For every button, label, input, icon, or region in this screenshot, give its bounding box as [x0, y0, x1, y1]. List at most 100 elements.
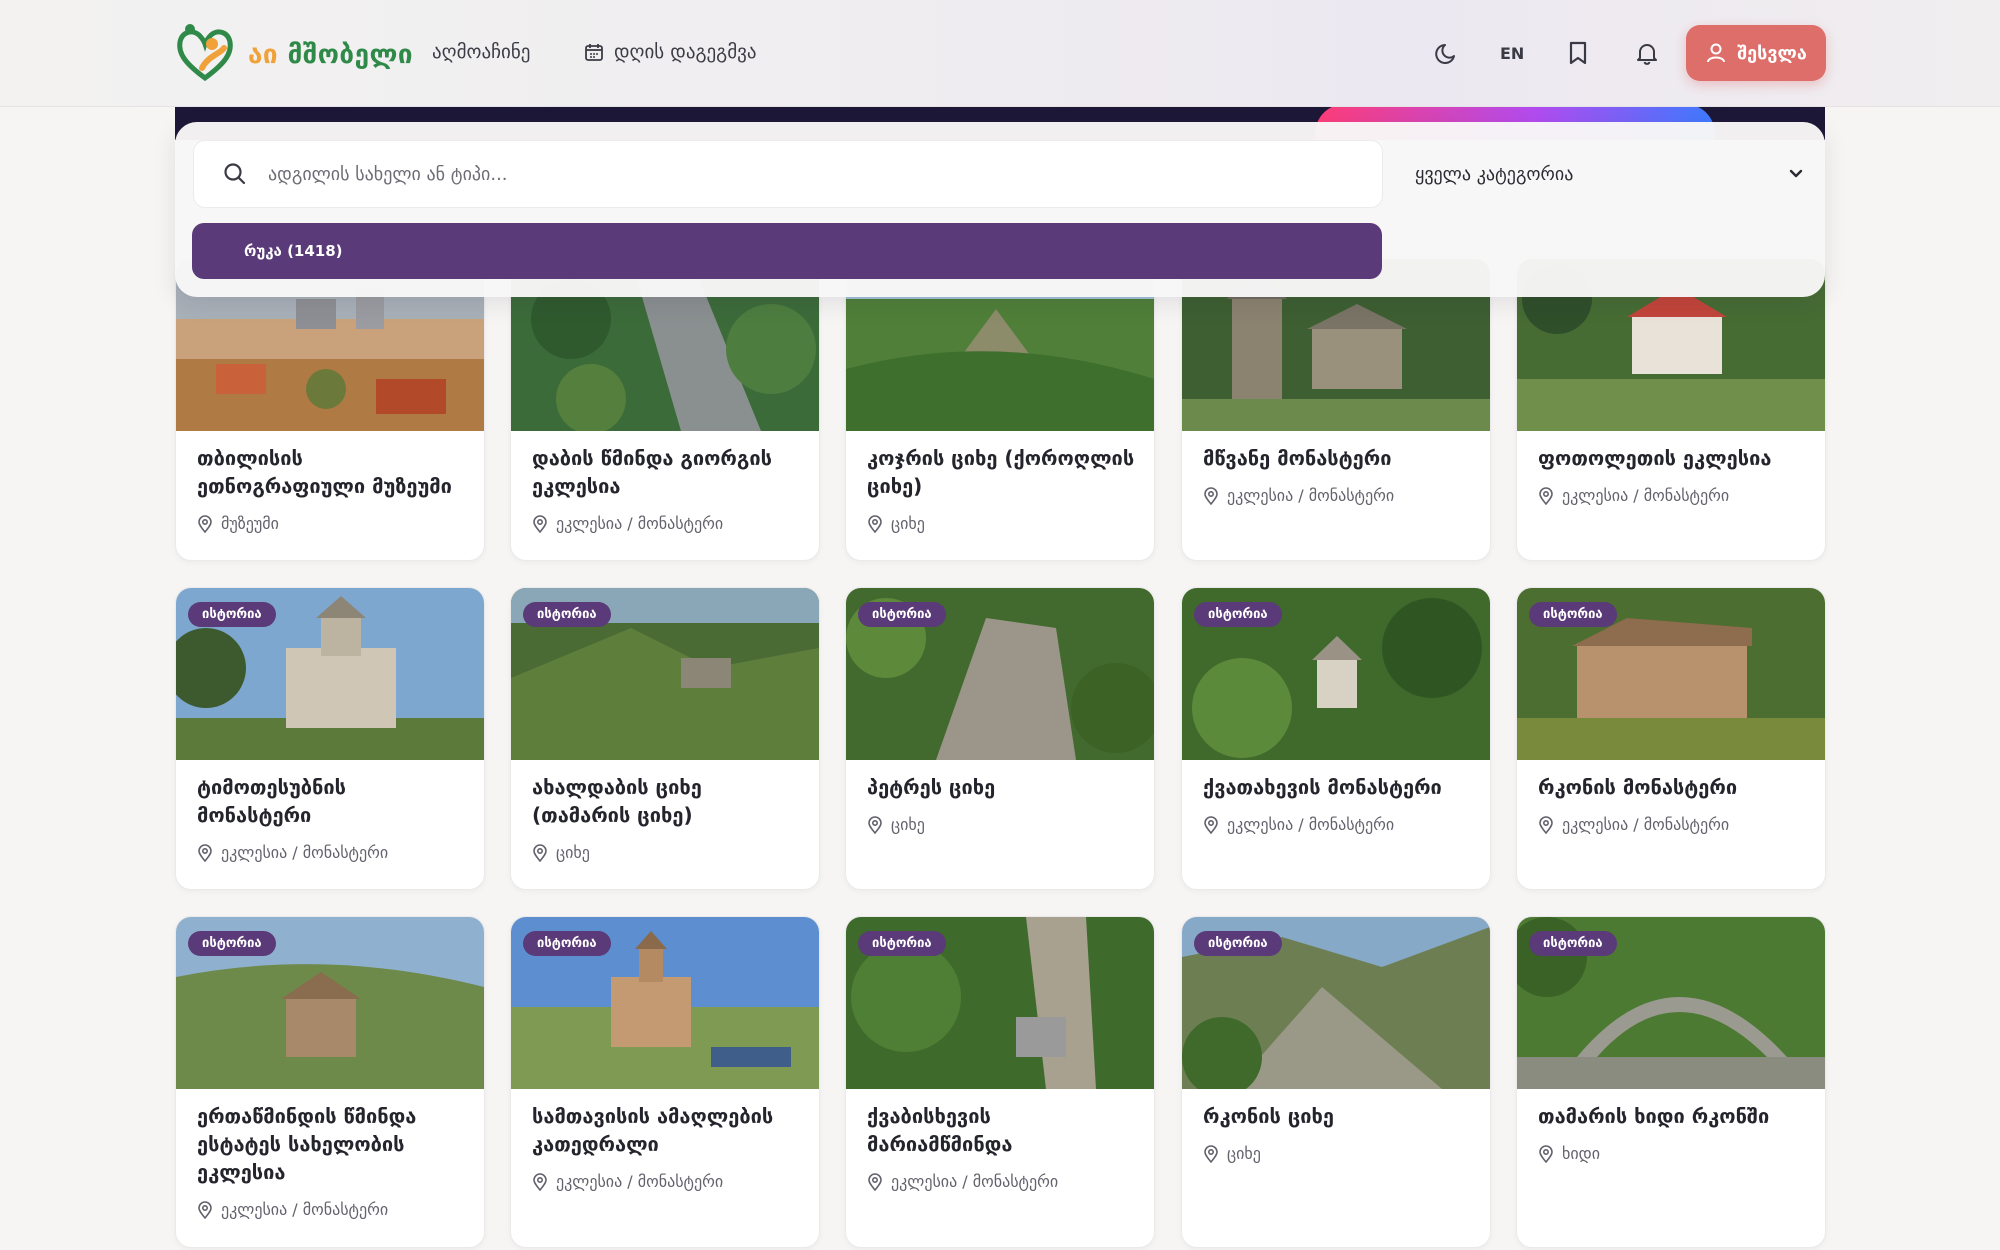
place-card[interactable]: დაბის წმინდა გიორგის ეკლესია ეკლესია / მ… — [510, 258, 820, 561]
place-card[interactable]: ისტორია სამთავისის ამაღლების კათედრალი ე… — [510, 916, 820, 1248]
place-image: ისტორია — [1182, 588, 1490, 760]
place-title: ქვათახევის მონასტერი — [1203, 775, 1442, 799]
category-badge: ისტორია — [1529, 931, 1617, 956]
place-image: ისტორია — [176, 588, 484, 760]
location-pin-icon — [198, 514, 212, 533]
place-category-label: ციხე — [1227, 1144, 1261, 1163]
place-category-label: ეკლესია / მონასტერი — [1227, 486, 1395, 505]
place-card[interactable]: ისტორია ახალდაბის ციხე (თამარის ციხე) ცი… — [510, 587, 820, 890]
place-image: ისტორია — [1517, 588, 1825, 760]
place-category-label: ციხე — [891, 815, 925, 834]
place-title: თამარის ხიდი რკონში — [1538, 1104, 1770, 1128]
place-title: სამთავისის ამაღლების კათედრალი — [532, 1104, 774, 1156]
place-category: ხიდი — [1538, 1144, 1600, 1163]
place-category-label: ციხე — [556, 843, 590, 862]
place-card[interactable]: მწვანე მონასტერი ეკლესია / მონასტერი — [1181, 258, 1491, 561]
place-card[interactable]: თბილისის ეთნოგრაფიული მუზეუმი მუზეუმი — [175, 258, 485, 561]
place-category: ეკლესია / მონასტერი — [197, 843, 388, 862]
search-box[interactable] — [193, 140, 1383, 208]
place-title: ახალდაბის ციხე (თამარის ციხე) — [532, 775, 702, 827]
category-badge: ისტორია — [858, 931, 946, 956]
place-title: დაბის წმინდა გიორგის ეკლესია — [532, 446, 772, 498]
place-category-label: ეკლესია / მონასტერი — [1562, 486, 1730, 505]
place-category-label: ეკლესია / მონასტერი — [1227, 815, 1395, 834]
category-select-value: ყველა კატეგორია — [1415, 163, 1574, 185]
place-card[interactable]: ფოთოლეთის ეკლესია ეკლესია / მონასტერი — [1516, 258, 1826, 561]
location-pin-icon — [1539, 486, 1553, 505]
place-card[interactable]: ისტორია პეტრეს ციხე ციხე — [845, 587, 1155, 890]
place-category: ეკლესია / მონასტერი — [532, 1172, 723, 1191]
place-image: ისტორია — [846, 588, 1154, 760]
map-button[interactable]: რუკა (1418) — [192, 223, 1382, 279]
place-category: მუზეუმი — [197, 514, 279, 533]
location-pin-icon — [533, 1172, 547, 1191]
place-image: ისტორია — [511, 917, 819, 1089]
logo-icon[interactable] — [172, 20, 238, 86]
place-category-label: ეკლესია / მონასტერი — [221, 843, 389, 862]
location-pin-icon — [198, 843, 212, 862]
place-title: მწვანე მონასტერი — [1203, 446, 1392, 470]
place-category: ეკლესია / მონასტერი — [1203, 815, 1394, 834]
notifications-button[interactable] — [1630, 36, 1664, 70]
nav-day-planner-label: დღის დაგეგმვა — [614, 41, 757, 63]
search-input[interactable] — [266, 162, 1370, 186]
calendar-icon — [585, 44, 603, 61]
place-category: ეკლესია / მონასტერი — [1538, 815, 1729, 834]
place-category-label: ხიდი — [1562, 1144, 1601, 1163]
place-category: ეკლესია / მონასტერი — [197, 1200, 388, 1219]
place-category: ციხე — [867, 514, 925, 533]
place-title: რკონის მონასტერი — [1538, 775, 1738, 799]
place-category-label: ეკლესია / მონასტერი — [221, 1200, 389, 1219]
place-image: ისტორია — [176, 917, 484, 1089]
place-category-label: ეკლესია / მონასტერი — [891, 1172, 1059, 1191]
place-card[interactable]: ისტორია ერთაწმინდის წმინდა ესტატეს სახელ… — [175, 916, 485, 1248]
nav-day-planner[interactable]: დღის დაგეგმვა — [584, 41, 757, 63]
place-category-label: ეკლესია / მონასტერი — [556, 1172, 724, 1191]
place-card[interactable]: კოჯრის ციხე (ქოროღლის ციხე) ციხე — [845, 258, 1155, 561]
place-title: ფოთოლეთის ეკლესია — [1538, 446, 1772, 470]
place-category-label: მუზეუმი — [221, 514, 279, 533]
place-image: ისტორია — [846, 917, 1154, 1089]
location-pin-icon — [1204, 1144, 1218, 1163]
category-select[interactable]: ყველა კატეგორია — [1415, 152, 1805, 196]
moon-icon — [1435, 44, 1455, 64]
location-pin-icon — [868, 1172, 882, 1191]
place-title: რკონის ციხე — [1203, 1104, 1335, 1128]
bookmarks-button[interactable] — [1561, 36, 1595, 70]
place-category: ეკლესია / მონასტერი — [1203, 486, 1394, 505]
chevron-down-icon — [1789, 169, 1803, 178]
place-card[interactable]: ისტორია თამარის ხიდი რკონში ხიდი — [1516, 916, 1826, 1248]
category-badge: ისტორია — [1194, 931, 1282, 956]
login-button[interactable]: შესვლა — [1686, 25, 1826, 81]
place-category: ეკლესია / მონასტერი — [532, 514, 723, 533]
category-badge: ისტორია — [1194, 602, 1282, 627]
place-category: ციხე — [1203, 1144, 1261, 1163]
location-pin-icon — [1539, 815, 1553, 834]
logo-text[interactable]: აი მშობელი — [248, 40, 413, 70]
place-category: ეკლესია / მონასტერი — [1538, 486, 1729, 505]
place-card[interactable]: ისტორია ტიმოთესუბნის მონასტერი ეკლესია /… — [175, 587, 485, 890]
place-category-label: ეკლესია / მონასტერი — [1562, 815, 1730, 834]
location-pin-icon — [1204, 486, 1218, 505]
place-card[interactable]: ისტორია რკონის მონასტერი ეკლესია / მონას… — [1516, 587, 1826, 890]
place-card[interactable]: ისტორია ქვათახევის მონასტერი ეკლესია / მ… — [1181, 587, 1491, 890]
place-category-label: ციხე — [891, 514, 925, 533]
place-category: ციხე — [867, 815, 925, 834]
dark-mode-toggle[interactable] — [1430, 36, 1464, 70]
language-switch[interactable]: EN — [1500, 44, 1524, 63]
place-card[interactable]: ისტორია ქვაბისხევის მარიამწმინდა ეკლესია… — [845, 916, 1155, 1248]
place-title: ერთაწმინდის წმინდა ესტატეს სახელობის ეკლ… — [197, 1104, 417, 1184]
place-card[interactable]: ისტორია რკონის ციხე ციხე — [1181, 916, 1491, 1248]
nav-discover[interactable]: აღმოაჩინე — [432, 41, 530, 63]
place-image: ისტორია — [511, 588, 819, 760]
search-panel: ყველა კატეგორია რუკა (1418) — [175, 122, 1825, 297]
location-pin-icon — [198, 1200, 212, 1219]
category-badge: ისტორია — [523, 602, 611, 627]
place-category: ციხე — [532, 843, 590, 862]
place-title: პეტრეს ციხე — [867, 775, 996, 799]
logo-text-a: აი — [248, 40, 279, 70]
bell-icon — [1637, 44, 1657, 65]
place-image: ისტორია — [1182, 917, 1490, 1089]
category-badge: ისტორია — [858, 602, 946, 627]
location-pin-icon — [868, 815, 882, 834]
